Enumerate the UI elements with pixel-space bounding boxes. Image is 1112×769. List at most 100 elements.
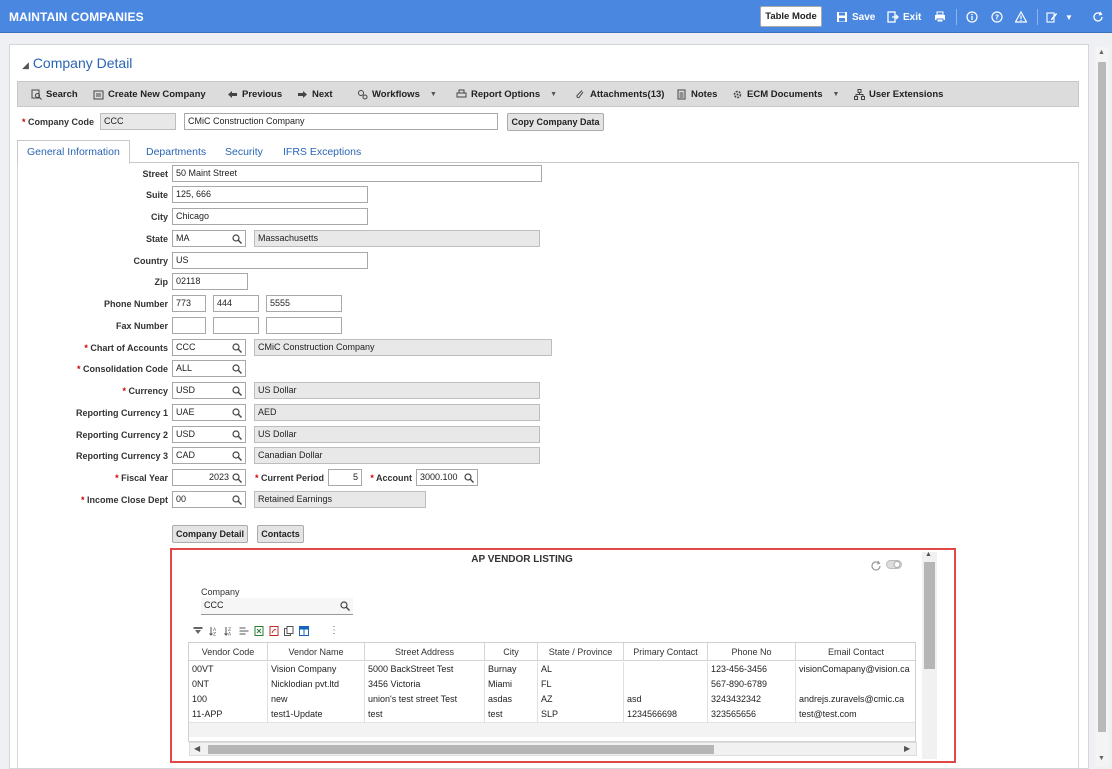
col-city[interactable]: City [485, 643, 538, 661]
city-field[interactable]: Chicago [172, 208, 368, 225]
more-options-icon[interactable]: ⋮ [329, 625, 339, 636]
table-mode-button[interactable]: Table Mode [760, 6, 822, 27]
sort-ascending-icon[interactable]: AZ [209, 626, 219, 636]
col-vendor-code[interactable]: Vendor Code [189, 643, 268, 661]
copy-company-data-button[interactable]: Copy Company Data [507, 113, 604, 131]
company-detail-button[interactable]: Company Detail [172, 525, 248, 543]
company-code-field[interactable]: CCC [100, 113, 176, 130]
workflows-button[interactable]: Workflows ▼ [357, 82, 437, 106]
ap-company-field[interactable]: CCC [201, 598, 353, 615]
cell-vendor-name: test1-Update [268, 707, 365, 722]
current-period-field[interactable]: 5 [328, 469, 362, 486]
fax-area-field[interactable] [172, 317, 206, 334]
grid-vertical-scrollbar[interactable]: ▲ [922, 551, 937, 759]
create-label: Create New Company [108, 88, 206, 100]
edit-menu-button[interactable]: ▼ [1046, 7, 1073, 27]
cell-vendor-name: Vision Company [268, 662, 365, 677]
exit-button[interactable]: Exit [887, 7, 921, 27]
attachments-button[interactable]: Attachments(13) [575, 82, 664, 106]
contacts-button[interactable]: Contacts [257, 525, 304, 543]
group-icon[interactable] [239, 626, 249, 636]
search-icon[interactable] [232, 473, 242, 483]
toggle-icon[interactable] [886, 559, 902, 570]
previous-label: Previous [242, 88, 283, 100]
filter-icon[interactable] [193, 626, 203, 636]
reporting-currency-3-field[interactable]: CAD [172, 447, 246, 464]
grid-horizontal-scrollbar[interactable]: ◀ ▶ [189, 742, 917, 756]
search-button[interactable]: Search [31, 82, 78, 106]
copy-icon[interactable] [284, 626, 294, 636]
col-primary-contact[interactable]: Primary Contact [624, 643, 708, 661]
report-options-button[interactable]: Report Options ▼ [456, 82, 557, 106]
fiscal-year-label: * Fiscal Year [115, 473, 168, 483]
search-icon[interactable] [232, 343, 242, 353]
col-phone-no[interactable]: Phone No [708, 643, 796, 661]
fiscal-year-field[interactable]: 2023 [172, 469, 246, 486]
hierarchy-icon [854, 88, 865, 100]
currency-field[interactable]: USD [172, 382, 246, 399]
user-extensions-button[interactable]: User Extensions [854, 82, 943, 106]
search-icon[interactable] [232, 386, 242, 396]
search-icon[interactable] [232, 451, 242, 461]
country-field[interactable]: US [172, 252, 368, 269]
tab-security[interactable]: Security [216, 140, 272, 163]
search-icon[interactable] [232, 408, 242, 418]
next-button[interactable]: Next [297, 82, 333, 106]
income-close-dept-field[interactable]: 00 [172, 491, 246, 508]
tab-general-information[interactable]: General Information [17, 140, 130, 164]
table-row[interactable]: 11-APP test1-Update test test SLP 123456… [189, 707, 915, 722]
section-header[interactable]: ◢ Company Detail [22, 55, 132, 71]
previous-button[interactable]: Previous [227, 82, 282, 106]
search-icon[interactable] [232, 234, 242, 244]
ecm-documents-button[interactable]: ECM Documents ▼ [732, 82, 839, 106]
state-field[interactable]: MA [172, 230, 246, 247]
pdf-icon[interactable] [269, 626, 279, 636]
cell-email: test@test.com [796, 707, 915, 722]
refresh-icon[interactable] [870, 560, 882, 572]
reporting-currency-1-field[interactable]: UAE [172, 404, 246, 421]
page-scrollbar[interactable]: ▲ ▼ [1095, 47, 1109, 767]
street-field[interactable]: 50 Maint Street [172, 165, 542, 182]
suite-field[interactable]: 125, 666 [172, 186, 368, 203]
app-title: MAINTAIN COMPANIES [9, 10, 144, 24]
reporting-currency-2-field[interactable]: USD [172, 426, 246, 443]
search-icon[interactable] [232, 430, 242, 440]
create-company-button[interactable]: Create New Company [93, 82, 206, 106]
search-icon[interactable] [464, 473, 474, 483]
columns-icon[interactable] [299, 626, 309, 636]
help-button[interactable]: ? [991, 7, 1003, 27]
zip-field[interactable]: 02118 [172, 273, 248, 290]
workflows-icon [358, 89, 368, 99]
cell-phone: 3243432342 [708, 692, 796, 707]
chart-of-accounts-field[interactable]: CCC [172, 339, 246, 356]
phone-area-field[interactable]: 773 [172, 295, 206, 312]
sort-descending-icon[interactable]: ZA [224, 626, 234, 636]
search-icon[interactable] [232, 495, 242, 505]
save-button[interactable]: Save [836, 7, 875, 27]
search-icon[interactable] [340, 601, 350, 611]
phone-prefix-field[interactable]: 444 [213, 295, 259, 312]
arrow-right-icon [298, 90, 307, 98]
consolidation-code-field[interactable]: ALL [172, 360, 246, 377]
col-email-contact[interactable]: Email Contact [796, 643, 915, 661]
col-state-province[interactable]: State / Province [538, 643, 624, 661]
fax-line-field[interactable] [266, 317, 342, 334]
excel-icon[interactable] [254, 626, 264, 636]
table-row[interactable]: 00VT Vision Company 5000 BackStreet Test… [189, 662, 915, 677]
refresh-button[interactable] [1092, 7, 1104, 27]
phone-line-field[interactable]: 5555 [266, 295, 342, 312]
tab-ifrs-exceptions[interactable]: IFRS Exceptions [274, 140, 370, 163]
table-row[interactable]: 100 new union's test street Test asdas A… [189, 692, 915, 707]
print-button[interactable] [934, 7, 946, 27]
tab-departments[interactable]: Departments [137, 140, 215, 163]
company-name-field[interactable]: CMiC Construction Company [184, 113, 498, 130]
col-vendor-name[interactable]: Vendor Name [268, 643, 365, 661]
info-button[interactable] [966, 7, 978, 27]
fax-prefix-field[interactable] [213, 317, 259, 334]
col-street-address[interactable]: Street Address [365, 643, 485, 661]
alert-button[interactable] [1015, 7, 1027, 27]
account-field[interactable]: 3000.100 [416, 469, 478, 486]
table-row[interactable]: 0NT Nicklodian pvt.ltd 3456 Victoria Mia… [189, 677, 915, 692]
search-icon[interactable] [232, 364, 242, 374]
notes-button[interactable]: Notes [676, 82, 717, 106]
